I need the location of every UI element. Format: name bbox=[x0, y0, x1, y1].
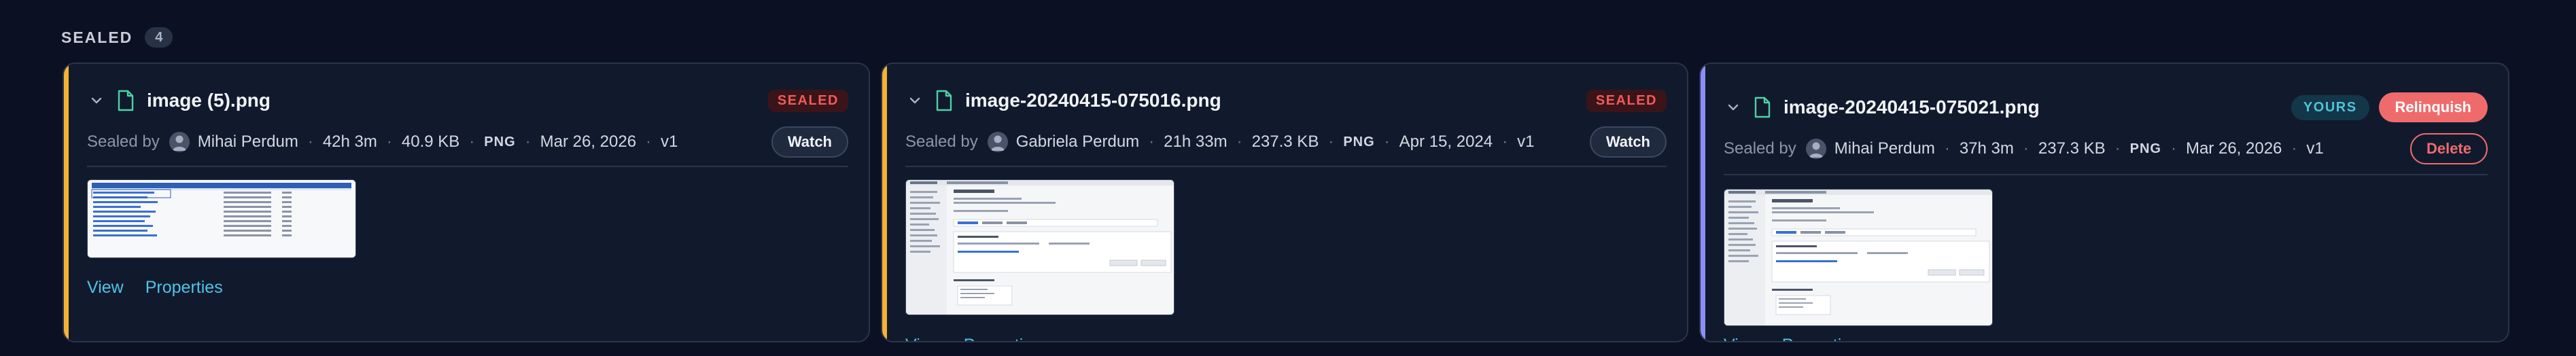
age: 21h 33m bbox=[1164, 132, 1228, 151]
file-card: image (5).png SEALED Sealed by Mihai Per… bbox=[63, 63, 870, 342]
file-size: 237.3 KB bbox=[2038, 139, 2106, 158]
status-badge: SEALED bbox=[1586, 89, 1667, 112]
card-links: View Properties bbox=[87, 278, 223, 298]
count-badge: 4 bbox=[145, 27, 173, 48]
card-accent-bar bbox=[882, 64, 887, 341]
status-badge: YOURS bbox=[2291, 94, 2369, 120]
sealed-by-label: Sealed by bbox=[1724, 139, 1796, 158]
file-size: 237.3 KB bbox=[1251, 132, 1319, 151]
user-name: Gabriela Perdum bbox=[1015, 132, 1140, 151]
card-accent-bar bbox=[1701, 64, 1705, 341]
file-card: image-20240415-075021.png YOURS Relinqui… bbox=[1699, 63, 2509, 342]
divider bbox=[87, 166, 848, 167]
section-title: SEALED bbox=[61, 28, 133, 46]
card-header: image-20240415-075021.png YOURS Relinqui… bbox=[1724, 83, 2488, 132]
watch-button[interactable]: Watch bbox=[1589, 126, 1667, 158]
chevron-down-icon[interactable] bbox=[1724, 98, 1743, 117]
file-format: PNG bbox=[1343, 134, 1375, 149]
thumbnail-table-image bbox=[88, 180, 355, 257]
file-meta: Sealed by Gabriela Perdum · 21h 33m · 23… bbox=[905, 125, 1667, 159]
chevron-down-icon[interactable] bbox=[87, 91, 106, 110]
avatar bbox=[169, 132, 190, 152]
thumbnail-screenshot-image bbox=[906, 180, 1174, 315]
sealed-files-panel: SEALED 4 image (5).png SEALED Sealed by … bbox=[0, 0, 2576, 356]
file-meta: Sealed by Mihai Perdum · 42h 3m · 40.9 K… bbox=[87, 125, 848, 159]
card-links: View Properties bbox=[905, 336, 1041, 341]
image-thumbnail[interactable] bbox=[1724, 189, 1993, 326]
properties-link[interactable]: Properties bbox=[964, 336, 1041, 341]
age: 37h 3m bbox=[1959, 139, 2014, 158]
status-badge: SEALED bbox=[767, 89, 848, 112]
avatar bbox=[987, 132, 1008, 152]
sealed-by-label: Sealed by bbox=[905, 132, 978, 151]
view-link[interactable]: View bbox=[905, 336, 942, 341]
delete-button[interactable]: Delete bbox=[2409, 133, 2488, 164]
card-links: View Properties bbox=[1724, 336, 1860, 341]
age: 42h 3m bbox=[322, 132, 377, 151]
card-header: image-20240415-075016.png SEALED bbox=[905, 76, 1667, 125]
date: Apr 15, 2024 bbox=[1399, 132, 1493, 151]
thumbnail-screenshot-image bbox=[1724, 190, 1992, 325]
user-name: Mihai Perdum bbox=[197, 132, 298, 151]
file-meta: Sealed by Mihai Perdum · 37h 3m · 237.3 … bbox=[1724, 132, 2488, 166]
image-thumbnail[interactable] bbox=[87, 179, 356, 258]
card-accent-bar bbox=[64, 64, 69, 341]
date: Mar 26, 2026 bbox=[2185, 139, 2282, 158]
image-thumbnail[interactable] bbox=[905, 179, 1174, 315]
sealed-by-label: Sealed by bbox=[87, 132, 160, 151]
file-card: image-20240415-075016.png SEALED Sealed … bbox=[881, 63, 1688, 342]
file-name[interactable]: image-20240415-075021.png bbox=[1783, 96, 2040, 118]
file-format: PNG bbox=[484, 134, 516, 149]
avatar bbox=[1805, 139, 1826, 159]
version: v1 bbox=[1517, 132, 1535, 151]
watch-button[interactable]: Watch bbox=[771, 126, 848, 158]
file-size: 40.9 KB bbox=[401, 132, 460, 151]
divider bbox=[905, 166, 1667, 167]
properties-link[interactable]: Properties bbox=[1782, 336, 1860, 341]
chevron-down-icon[interactable] bbox=[905, 91, 924, 110]
section-header: SEALED 4 bbox=[61, 27, 173, 48]
card-header: image (5).png SEALED bbox=[87, 76, 848, 125]
file-icon bbox=[1754, 96, 1771, 118]
date: Mar 26, 2026 bbox=[540, 132, 637, 151]
version: v1 bbox=[661, 132, 678, 151]
file-format: PNG bbox=[2129, 141, 2161, 156]
file-name[interactable]: image-20240415-075016.png bbox=[965, 90, 1221, 111]
properties-link[interactable]: Properties bbox=[145, 278, 223, 298]
file-icon bbox=[935, 90, 953, 111]
user-name: Mihai Perdum bbox=[1834, 139, 1935, 158]
file-name[interactable]: image (5).png bbox=[147, 90, 271, 111]
relinquish-button[interactable]: Relinquish bbox=[2378, 92, 2488, 122]
divider bbox=[1724, 174, 2488, 175]
view-link[interactable]: View bbox=[1724, 336, 1760, 341]
version: v1 bbox=[2306, 139, 2324, 158]
file-icon bbox=[117, 90, 135, 111]
view-link[interactable]: View bbox=[87, 278, 124, 298]
